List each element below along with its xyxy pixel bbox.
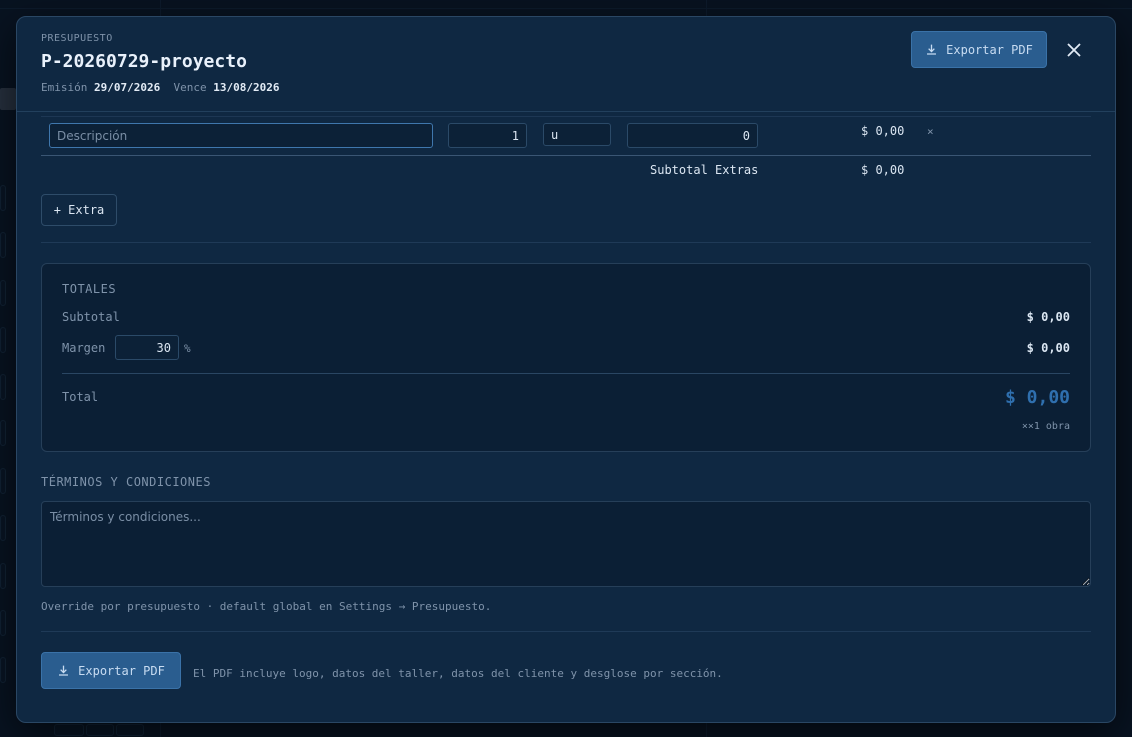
budget-title: P-20260729-proyecto (41, 51, 247, 72)
terms-heading: TÉRMINOS Y CONDICIONES (41, 475, 211, 489)
download-icon (59, 665, 69, 676)
budget-modal: PRESUPUESTO P-20260729-proyecto Emisión … (16, 16, 1116, 723)
extra-description-input[interactable] (49, 123, 433, 148)
add-extra-button[interactable]: + Extra (41, 194, 117, 226)
export-pdf-button-header[interactable]: Exportar PDF (911, 31, 1047, 68)
margin-input[interactable] (115, 335, 179, 360)
extra-amount: $ 0,00 (861, 124, 905, 138)
budget-dates: Emisión 29/07/2026 Vence 13/08/2026 (41, 81, 279, 94)
subtotal-value: $ 0,00 (1026, 310, 1070, 324)
totals-divider (62, 373, 1070, 374)
vence-label: Vence (173, 81, 207, 94)
modal-header: PRESUPUESTO P-20260729-proyecto Emisión … (17, 17, 1115, 112)
export-pdf-button-footer[interactable]: Exportar PDF (41, 652, 181, 689)
emision-label: Emisión (41, 81, 88, 94)
total-value: $ 0,00 (1004, 387, 1070, 408)
totals-card: TOTALES Subtotal $ 0,00 Margen % $ 0,00 … (41, 263, 1091, 452)
extra-price-input[interactable] (627, 123, 758, 148)
margin-amount: $ 0,00 (1026, 341, 1070, 355)
footer-divider (41, 631, 1091, 632)
row-top-divider (41, 116, 1091, 117)
extra-unit-input[interactable] (543, 123, 611, 146)
total-multiplier: ××1 obra (1021, 421, 1070, 432)
terms-textarea[interactable] (41, 501, 1091, 587)
emision-value: 29/07/2026 (93, 81, 161, 94)
section-divider (41, 242, 1091, 243)
terms-note: Override por presupuesto · default globa… (41, 600, 492, 613)
subtotal-divider (41, 155, 1091, 156)
pdf-note: El PDF incluye logo, datos del taller, d… (193, 667, 723, 680)
export-pdf-label: Exportar PDF (946, 42, 1033, 57)
modal-eyebrow: PRESUPUESTO (41, 33, 113, 44)
total-label: Total (62, 390, 99, 404)
close-icon (1067, 43, 1081, 57)
extra-quantity-input[interactable] (448, 123, 527, 148)
remove-extra-button[interactable]: × (927, 125, 934, 138)
download-icon (927, 44, 937, 55)
subtotal-label: Subtotal (62, 310, 120, 324)
margin-percent-sign: % (184, 342, 191, 355)
vence-value: 13/08/2026 (213, 81, 280, 94)
totals-heading: TOTALES (62, 282, 117, 296)
margin-label: Margen (62, 341, 106, 355)
close-button[interactable] (1063, 39, 1085, 61)
subtotal-extras-label: Subtotal Extras (650, 163, 759, 177)
export-pdf-footer-label: Exportar PDF (78, 663, 165, 678)
subtotal-extras-value: $ 0,00 (861, 163, 905, 177)
